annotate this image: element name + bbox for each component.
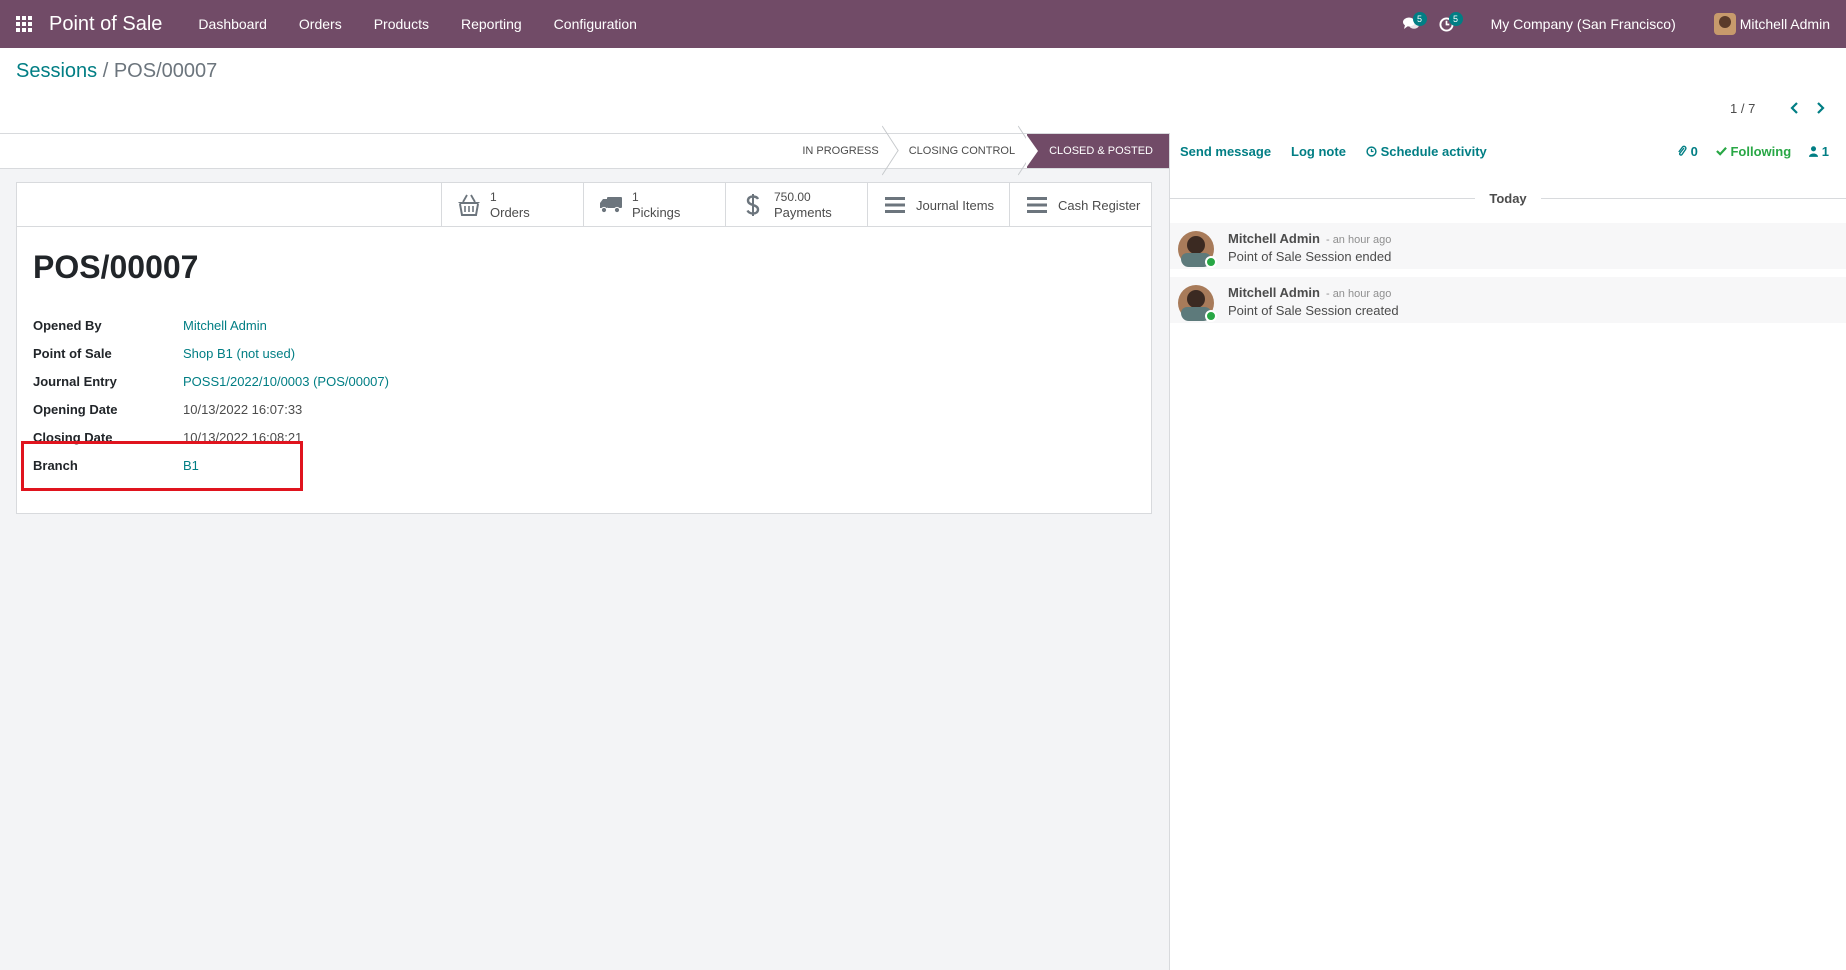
record-title: POS/00007 [33, 249, 199, 285]
field-opening-date: Opening Date 10/13/2022 16:07:33 [33, 399, 302, 419]
orders-count: 1 [490, 190, 497, 204]
followers-count: 1 [1821, 143, 1829, 159]
apps-menu-icon[interactable] [0, 0, 48, 48]
send-message-button[interactable]: Send message [1170, 144, 1281, 159]
chatter-message: Mitchell Admin - an hour ago Point of Sa… [1170, 223, 1846, 269]
menu-products[interactable]: Products [358, 0, 445, 48]
status-step-closed-posted[interactable]: CLOSED & POSTED [1026, 134, 1169, 168]
user-menu[interactable]: Mitchell Admin [1696, 13, 1846, 35]
pager: 1 / 7 [1730, 98, 1833, 118]
message-body: Point of Sale Session created [1228, 303, 1399, 318]
paperclip-icon [1678, 145, 1687, 156]
payments-smart-button[interactable]: 750.00 Payments [725, 183, 867, 227]
orders-smart-button[interactable]: 1 Orders [441, 183, 583, 227]
opened-by-link[interactable]: Mitchell Admin [183, 318, 267, 333]
date-separator: Today [1170, 191, 1846, 206]
point-of-sale-link[interactable]: Shop B1 (not used) [183, 346, 295, 361]
journal-items-label: Journal Items [916, 197, 995, 213]
clock-icon [1366, 145, 1377, 157]
dollar-icon [740, 193, 766, 217]
breadcrumb: Sessions / POS/00007 [16, 60, 217, 83]
menu-orders[interactable]: Orders [283, 0, 358, 48]
pager-previous-button[interactable] [1781, 98, 1807, 118]
online-status-icon [1205, 310, 1217, 322]
chevron-left-icon [1790, 102, 1798, 114]
field-journal-entry: Journal Entry POSS1/2022/10/0003 (POS/00… [33, 371, 389, 391]
app-name[interactable]: Point of Sale [49, 13, 162, 36]
following-label: Following [1730, 143, 1792, 159]
pickings-label: Pickings [632, 205, 681, 220]
message-author[interactable]: Mitchell Admin [1228, 285, 1320, 300]
author-avatar[interactable] [1178, 285, 1217, 322]
field-label: Journal Entry [33, 373, 117, 389]
message-body: Point of Sale Session ended [1228, 249, 1392, 264]
branch-highlight-annotation [21, 441, 303, 491]
payments-amount: 750.00 [774, 190, 811, 204]
chatter-message: Mitchell Admin - an hour ago Point of Sa… [1170, 277, 1846, 323]
journal-items-smart-button[interactable]: Journal Items [867, 183, 1009, 227]
status-step-closing-control[interactable]: CLOSING CONTROL [891, 134, 1027, 168]
shopping-basket-icon [456, 193, 482, 217]
statusbar: IN PROGRESS CLOSING CONTROL CLOSED & POS… [0, 134, 1169, 169]
payments-label: Payments [774, 205, 832, 220]
attachments-button[interactable]: 0 [1668, 144, 1707, 159]
orders-label: Orders [490, 205, 530, 220]
pager-next-button[interactable] [1807, 98, 1833, 118]
form-view: IN PROGRESS CLOSING CONTROL CLOSED & POS… [0, 133, 1169, 970]
opening-date-value: 10/13/2022 16:07:33 [183, 401, 303, 417]
schedule-activity-button[interactable]: Schedule activity [1356, 144, 1497, 159]
pickings-smart-button[interactable]: 1 Pickings [583, 183, 725, 227]
pickings-count: 1 [632, 190, 639, 204]
log-note-button[interactable]: Log note [1281, 144, 1356, 159]
message-author[interactable]: Mitchell Admin [1228, 231, 1320, 246]
schedule-activity-label: Schedule activity [1380, 143, 1487, 159]
chatter-panel: Send message Log note Schedule activity … [1169, 133, 1846, 970]
cash-register-label: Cash Register [1058, 197, 1141, 213]
field-label: Opened By [33, 317, 102, 333]
field-opened-by: Opened By Mitchell Admin [33, 315, 267, 335]
menu-configuration[interactable]: Configuration [538, 0, 653, 48]
chatter-topbar: Send message Log note Schedule activity … [1170, 133, 1846, 169]
breadcrumb-separator: / [102, 60, 109, 82]
cash-register-smart-button[interactable]: Cash Register [1009, 183, 1151, 227]
bars-icon [1024, 193, 1050, 217]
form-sheet: 1 Orders 1 Pickings 750.00 Payments Jour… [16, 182, 1152, 514]
breadcrumb-sessions-link[interactable]: Sessions [16, 60, 97, 82]
pager-value[interactable]: 1 / 7 [1730, 101, 1755, 116]
activity-menu[interactable]: 5 [1429, 0, 1465, 48]
top-navbar: Point of Sale Dashboard Orders Products … [0, 0, 1846, 48]
messages-count-badge: 5 [1412, 12, 1427, 26]
author-avatar[interactable] [1178, 231, 1217, 268]
menu-reporting[interactable]: Reporting [445, 0, 538, 48]
status-steps: IN PROGRESS CLOSING CONTROL CLOSED & POS… [784, 134, 1169, 168]
messaging-menu[interactable]: 5 [1393, 0, 1429, 48]
check-icon [1715, 146, 1727, 156]
chevron-right-icon [1817, 102, 1825, 114]
user-icon [1809, 145, 1819, 157]
breadcrumb-current: POS/00007 [113, 60, 218, 82]
online-status-icon [1205, 256, 1217, 268]
journal-entry-link[interactable]: POSS1/2022/10/0003 (POS/00007) [183, 374, 389, 389]
smart-button-box: 1 Orders 1 Pickings 750.00 Payments Jour… [441, 183, 1151, 227]
followers-button[interactable]: 1 [1800, 144, 1838, 159]
date-separator-label: Today [1489, 191, 1527, 206]
company-switcher[interactable]: My Company (San Francisco) [1465, 16, 1696, 32]
user-name: Mitchell Admin [1739, 16, 1830, 32]
following-button[interactable]: Following [1707, 144, 1800, 159]
activities-count-badge: 5 [1448, 12, 1463, 26]
message-date: - an hour ago [1325, 234, 1392, 246]
status-step-in-progress[interactable]: IN PROGRESS [784, 134, 890, 168]
user-avatar [1713, 13, 1736, 35]
field-label: Opening Date [33, 401, 118, 417]
message-date: - an hour ago [1325, 288, 1392, 300]
bars-icon [882, 193, 908, 217]
truck-icon [598, 193, 624, 217]
attachments-count: 0 [1690, 143, 1698, 159]
field-label: Point of Sale [33, 345, 112, 361]
menu-dashboard[interactable]: Dashboard [182, 0, 283, 48]
field-point-of-sale: Point of Sale Shop B1 (not used) [33, 343, 295, 363]
